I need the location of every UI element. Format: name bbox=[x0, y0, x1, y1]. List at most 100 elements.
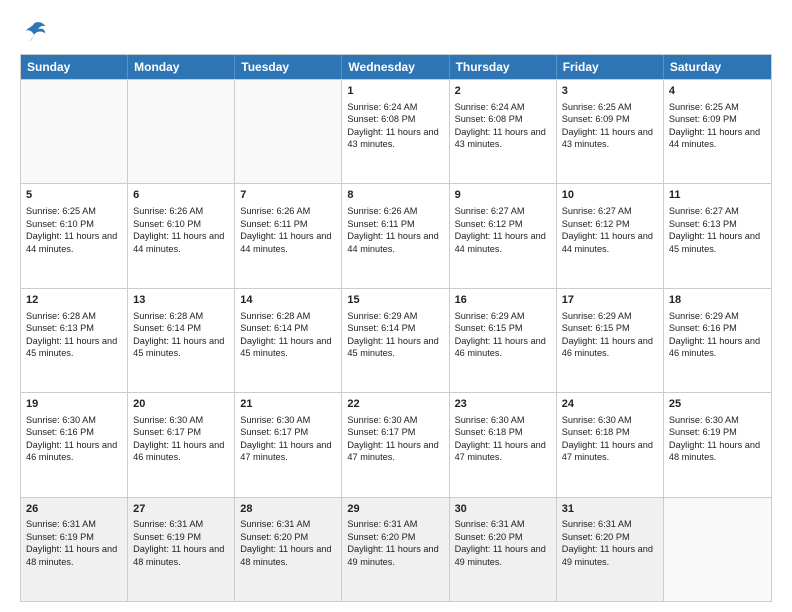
daylight-text: Daylight: 11 hours and 44 minutes. bbox=[455, 230, 551, 255]
cal-header-sunday: Sunday bbox=[21, 55, 128, 79]
cal-cell-day-2: 2 Sunrise: 6:24 AM Sunset: 6:08 PM Dayli… bbox=[450, 80, 557, 183]
sunrise-text: Sunrise: 6:24 AM bbox=[347, 101, 443, 113]
cal-week-1: 1 Sunrise: 6:24 AM Sunset: 6:08 PM Dayli… bbox=[21, 79, 771, 183]
sunset-text: Sunset: 6:19 PM bbox=[133, 531, 229, 543]
cal-cell-day-8: 8 Sunrise: 6:26 AM Sunset: 6:11 PM Dayli… bbox=[342, 184, 449, 287]
sunset-text: Sunset: 6:19 PM bbox=[669, 426, 766, 438]
sunset-text: Sunset: 6:14 PM bbox=[240, 322, 336, 334]
sunset-text: Sunset: 6:13 PM bbox=[669, 218, 766, 230]
sunrise-text: Sunrise: 6:31 AM bbox=[347, 518, 443, 530]
sunset-text: Sunset: 6:08 PM bbox=[455, 113, 551, 125]
sunrise-text: Sunrise: 6:29 AM bbox=[347, 310, 443, 322]
daylight-text: Daylight: 11 hours and 48 minutes. bbox=[133, 543, 229, 568]
daylight-text: Daylight: 11 hours and 47 minutes. bbox=[240, 439, 336, 464]
daylight-text: Daylight: 11 hours and 46 minutes. bbox=[26, 439, 122, 464]
sunset-text: Sunset: 6:16 PM bbox=[26, 426, 122, 438]
day-number: 31 bbox=[562, 502, 658, 517]
cal-header-friday: Friday bbox=[557, 55, 664, 79]
cal-cell-day-1: 1 Sunrise: 6:24 AM Sunset: 6:08 PM Dayli… bbox=[342, 80, 449, 183]
cal-cell-day-18: 18 Sunrise: 6:29 AM Sunset: 6:16 PM Dayl… bbox=[664, 289, 771, 392]
day-number: 16 bbox=[455, 293, 551, 308]
sunset-text: Sunset: 6:20 PM bbox=[562, 531, 658, 543]
sunrise-text: Sunrise: 6:25 AM bbox=[562, 101, 658, 113]
cal-cell-day-24: 24 Sunrise: 6:30 AM Sunset: 6:18 PM Dayl… bbox=[557, 393, 664, 496]
cal-cell-day-22: 22 Sunrise: 6:30 AM Sunset: 6:17 PM Dayl… bbox=[342, 393, 449, 496]
calendar-header-row: SundayMondayTuesdayWednesdayThursdayFrid… bbox=[21, 55, 771, 79]
daylight-text: Daylight: 11 hours and 44 minutes. bbox=[133, 230, 229, 255]
sunset-text: Sunset: 6:16 PM bbox=[669, 322, 766, 334]
cal-cell-day-31: 31 Sunrise: 6:31 AM Sunset: 6:20 PM Dayl… bbox=[557, 498, 664, 601]
day-number: 10 bbox=[562, 188, 658, 203]
cal-cell-day-21: 21 Sunrise: 6:30 AM Sunset: 6:17 PM Dayl… bbox=[235, 393, 342, 496]
cal-cell-day-30: 30 Sunrise: 6:31 AM Sunset: 6:20 PM Dayl… bbox=[450, 498, 557, 601]
day-number: 17 bbox=[562, 293, 658, 308]
sunrise-text: Sunrise: 6:30 AM bbox=[26, 414, 122, 426]
sunrise-text: Sunrise: 6:26 AM bbox=[347, 205, 443, 217]
daylight-text: Daylight: 11 hours and 45 minutes. bbox=[133, 335, 229, 360]
day-number: 29 bbox=[347, 502, 443, 517]
daylight-text: Daylight: 11 hours and 46 minutes. bbox=[455, 335, 551, 360]
sunrise-text: Sunrise: 6:25 AM bbox=[669, 101, 766, 113]
day-number: 21 bbox=[240, 397, 336, 412]
cal-week-2: 5 Sunrise: 6:25 AM Sunset: 6:10 PM Dayli… bbox=[21, 183, 771, 287]
logo-bird-icon bbox=[20, 18, 48, 46]
sunrise-text: Sunrise: 6:30 AM bbox=[240, 414, 336, 426]
daylight-text: Daylight: 11 hours and 48 minutes. bbox=[240, 543, 336, 568]
sunrise-text: Sunrise: 6:29 AM bbox=[455, 310, 551, 322]
cal-header-tuesday: Tuesday bbox=[235, 55, 342, 79]
sunset-text: Sunset: 6:20 PM bbox=[240, 531, 336, 543]
sunset-text: Sunset: 6:19 PM bbox=[26, 531, 122, 543]
sunrise-text: Sunrise: 6:31 AM bbox=[240, 518, 336, 530]
daylight-text: Daylight: 11 hours and 44 minutes. bbox=[562, 230, 658, 255]
sunrise-text: Sunrise: 6:28 AM bbox=[240, 310, 336, 322]
sunrise-text: Sunrise: 6:27 AM bbox=[669, 205, 766, 217]
sunrise-text: Sunrise: 6:30 AM bbox=[669, 414, 766, 426]
daylight-text: Daylight: 11 hours and 45 minutes. bbox=[26, 335, 122, 360]
day-number: 18 bbox=[669, 293, 766, 308]
cal-cell-day-25: 25 Sunrise: 6:30 AM Sunset: 6:19 PM Dayl… bbox=[664, 393, 771, 496]
daylight-text: Daylight: 11 hours and 44 minutes. bbox=[26, 230, 122, 255]
sunrise-text: Sunrise: 6:30 AM bbox=[133, 414, 229, 426]
sunset-text: Sunset: 6:14 PM bbox=[347, 322, 443, 334]
cal-cell-day-17: 17 Sunrise: 6:29 AM Sunset: 6:15 PM Dayl… bbox=[557, 289, 664, 392]
daylight-text: Daylight: 11 hours and 47 minutes. bbox=[455, 439, 551, 464]
sunrise-text: Sunrise: 6:24 AM bbox=[455, 101, 551, 113]
sunset-text: Sunset: 6:20 PM bbox=[455, 531, 551, 543]
calendar: SundayMondayTuesdayWednesdayThursdayFrid… bbox=[20, 54, 772, 602]
day-number: 14 bbox=[240, 293, 336, 308]
sunrise-text: Sunrise: 6:30 AM bbox=[562, 414, 658, 426]
cal-cell-day-7: 7 Sunrise: 6:26 AM Sunset: 6:11 PM Dayli… bbox=[235, 184, 342, 287]
cal-cell-empty bbox=[235, 80, 342, 183]
daylight-text: Daylight: 11 hours and 45 minutes. bbox=[347, 335, 443, 360]
cal-cell-day-28: 28 Sunrise: 6:31 AM Sunset: 6:20 PM Dayl… bbox=[235, 498, 342, 601]
cal-cell-day-13: 13 Sunrise: 6:28 AM Sunset: 6:14 PM Dayl… bbox=[128, 289, 235, 392]
cal-cell-day-27: 27 Sunrise: 6:31 AM Sunset: 6:19 PM Dayl… bbox=[128, 498, 235, 601]
day-number: 20 bbox=[133, 397, 229, 412]
daylight-text: Daylight: 11 hours and 43 minutes. bbox=[347, 126, 443, 151]
page: SundayMondayTuesdayWednesdayThursdayFrid… bbox=[0, 0, 792, 612]
cal-cell-day-12: 12 Sunrise: 6:28 AM Sunset: 6:13 PM Dayl… bbox=[21, 289, 128, 392]
cal-cell-day-20: 20 Sunrise: 6:30 AM Sunset: 6:17 PM Dayl… bbox=[128, 393, 235, 496]
day-number: 6 bbox=[133, 188, 229, 203]
daylight-text: Daylight: 11 hours and 48 minutes. bbox=[26, 543, 122, 568]
cal-cell-day-14: 14 Sunrise: 6:28 AM Sunset: 6:14 PM Dayl… bbox=[235, 289, 342, 392]
cal-cell-day-29: 29 Sunrise: 6:31 AM Sunset: 6:20 PM Dayl… bbox=[342, 498, 449, 601]
sunset-text: Sunset: 6:15 PM bbox=[562, 322, 658, 334]
day-number: 15 bbox=[347, 293, 443, 308]
sunset-text: Sunset: 6:17 PM bbox=[347, 426, 443, 438]
sunset-text: Sunset: 6:14 PM bbox=[133, 322, 229, 334]
sunset-text: Sunset: 6:12 PM bbox=[562, 218, 658, 230]
calendar-body: 1 Sunrise: 6:24 AM Sunset: 6:08 PM Dayli… bbox=[21, 79, 771, 601]
day-number: 3 bbox=[562, 84, 658, 99]
daylight-text: Daylight: 11 hours and 45 minutes. bbox=[669, 230, 766, 255]
day-number: 23 bbox=[455, 397, 551, 412]
sunrise-text: Sunrise: 6:31 AM bbox=[133, 518, 229, 530]
cal-cell-day-4: 4 Sunrise: 6:25 AM Sunset: 6:09 PM Dayli… bbox=[664, 80, 771, 183]
cal-cell-empty bbox=[128, 80, 235, 183]
daylight-text: Daylight: 11 hours and 45 minutes. bbox=[240, 335, 336, 360]
day-number: 7 bbox=[240, 188, 336, 203]
sunrise-text: Sunrise: 6:29 AM bbox=[562, 310, 658, 322]
daylight-text: Daylight: 11 hours and 43 minutes. bbox=[562, 126, 658, 151]
sunrise-text: Sunrise: 6:31 AM bbox=[26, 518, 122, 530]
sunset-text: Sunset: 6:09 PM bbox=[669, 113, 766, 125]
